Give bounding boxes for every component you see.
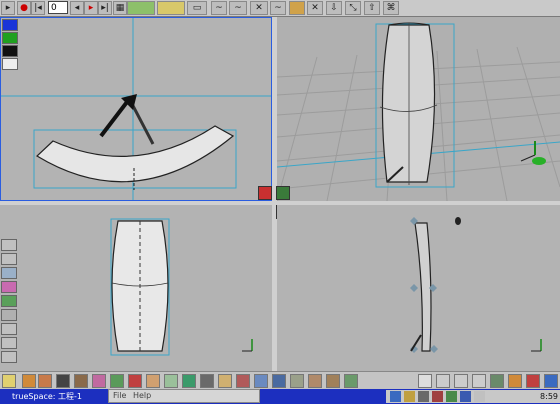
play-back-icon[interactable]: ◂ — [70, 1, 84, 15]
path-icon[interactable] — [164, 374, 178, 388]
axes-icon[interactable] — [290, 374, 304, 388]
top-view-viewport[interactable] — [0, 17, 272, 201]
person-icon[interactable] — [326, 374, 340, 388]
window-title[interactable]: trueSpace: 工程-1 — [12, 389, 82, 404]
unlink-icon[interactable]: ~ — [229, 1, 247, 15]
lathe-icon[interactable]: ✕ — [307, 1, 323, 15]
menu-bar: File Help — [108, 389, 260, 403]
tool-box-icon[interactable] — [128, 374, 142, 388]
palette-icon[interactable] — [218, 374, 232, 388]
palette-color-blue[interactable] — [2, 19, 18, 31]
scale-icon[interactable]: ▭ — [187, 1, 207, 15]
animal-icon[interactable] — [74, 374, 88, 388]
blue-tool-icon[interactable] — [544, 374, 558, 388]
clock: 8:59 — [540, 392, 558, 401]
landscape-icon[interactable] — [490, 374, 504, 388]
link-icon[interactable]: ~ — [211, 1, 227, 15]
rewind-icon[interactable]: |◂ — [31, 1, 45, 15]
side-view-viewport[interactable] — [277, 205, 560, 371]
tray-volume-icon[interactable] — [418, 391, 429, 402]
tray-update-icon[interactable] — [446, 391, 457, 402]
fast-forward-icon[interactable]: ▸| — [98, 1, 112, 15]
up-arrow-icon[interactable]: ⇧ — [364, 1, 380, 15]
deform-icon[interactable]: ~ — [270, 1, 286, 15]
libraries-icon[interactable] — [2, 374, 16, 388]
play-icon[interactable]: ▸ — [84, 1, 98, 15]
red-tool-icon[interactable] — [526, 374, 540, 388]
bottom-toolbar — [0, 371, 560, 390]
material-ball-icon[interactable] — [272, 374, 286, 388]
tool-light-icon[interactable] — [1, 337, 17, 349]
object-library-icon[interactable] — [38, 374, 52, 388]
tool-grid-icon[interactable] — [1, 267, 17, 279]
render-icon[interactable]: ⤡ — [345, 1, 361, 15]
tray-misc-icon[interactable] — [474, 391, 485, 402]
tool-paint-icon[interactable] — [1, 281, 17, 293]
palette-color-black[interactable] — [2, 45, 18, 57]
table-icon[interactable] — [472, 374, 486, 388]
money-icon[interactable] — [344, 374, 358, 388]
record-icon[interactable]: ● — [17, 1, 31, 15]
grid-icon[interactable]: ▦ — [113, 1, 127, 15]
light-icon[interactable] — [508, 374, 522, 388]
move-icon[interactable] — [127, 1, 155, 15]
tool-curve-icon[interactable] — [1, 253, 17, 265]
speaker-icon[interactable] — [200, 374, 214, 388]
brush-icon[interactable] — [236, 374, 250, 388]
wave-icon[interactable] — [182, 374, 196, 388]
render-scene-icon[interactable] — [436, 374, 450, 388]
taskbar: trueSpace: 工程-1 File Help 8:59 — [0, 389, 560, 404]
camera-icon[interactable] — [56, 374, 70, 388]
arrow-icon[interactable] — [418, 374, 432, 388]
palette-color-green[interactable] — [2, 32, 18, 44]
rotate-icon[interactable] — [157, 1, 185, 15]
object-tool-icon[interactable]: ✕ — [250, 1, 268, 15]
tray-app-icon[interactable] — [404, 391, 415, 402]
sphere-icon[interactable] — [22, 374, 36, 388]
frame-number-field[interactable]: 0 — [48, 1, 68, 14]
tray-network-icon[interactable] — [390, 391, 401, 402]
sweep-icon[interactable] — [289, 1, 305, 15]
tray-ime-icon[interactable] — [460, 391, 471, 402]
deform-object-icon[interactable] — [92, 374, 106, 388]
main-toolbar: ▸ ● |◂ 0 ◂ ▸ ▸| ▦ ▭ ~ ~ ✕ ~ ✕ ⇩ ⤡ ⇧ ⌘ — [0, 0, 560, 17]
tray-security-icon[interactable] — [432, 391, 443, 402]
checker-icon[interactable] — [254, 374, 268, 388]
perspective-viewport[interactable] — [277, 17, 560, 201]
view-camera-icon[interactable] — [276, 186, 290, 200]
front-view-viewport[interactable] — [0, 205, 272, 371]
grid-view-icon[interactable] — [454, 374, 468, 388]
cookie-icon[interactable] — [146, 374, 160, 388]
material-icon[interactable]: ⇩ — [326, 1, 342, 15]
plant-icon[interactable] — [110, 374, 124, 388]
tool-terrain-icon[interactable] — [1, 295, 17, 307]
system-tray: 8:59 — [386, 390, 560, 403]
tool-wire-icon[interactable] — [1, 309, 17, 321]
menu-file[interactable]: File — [113, 391, 126, 400]
tool-axis-icon[interactable] — [1, 351, 17, 363]
view-render-icon[interactable] — [258, 186, 272, 200]
figure-icon[interactable] — [308, 374, 322, 388]
settings-icon[interactable]: ⌘ — [383, 1, 399, 15]
palette-color-white[interactable] — [2, 58, 18, 70]
tool-select-icon[interactable] — [1, 239, 17, 251]
tool-edit-icon[interactable] — [1, 323, 17, 335]
menu-help[interactable]: Help — [133, 391, 151, 400]
select-arrow-icon[interactable]: ▸ — [1, 1, 15, 15]
